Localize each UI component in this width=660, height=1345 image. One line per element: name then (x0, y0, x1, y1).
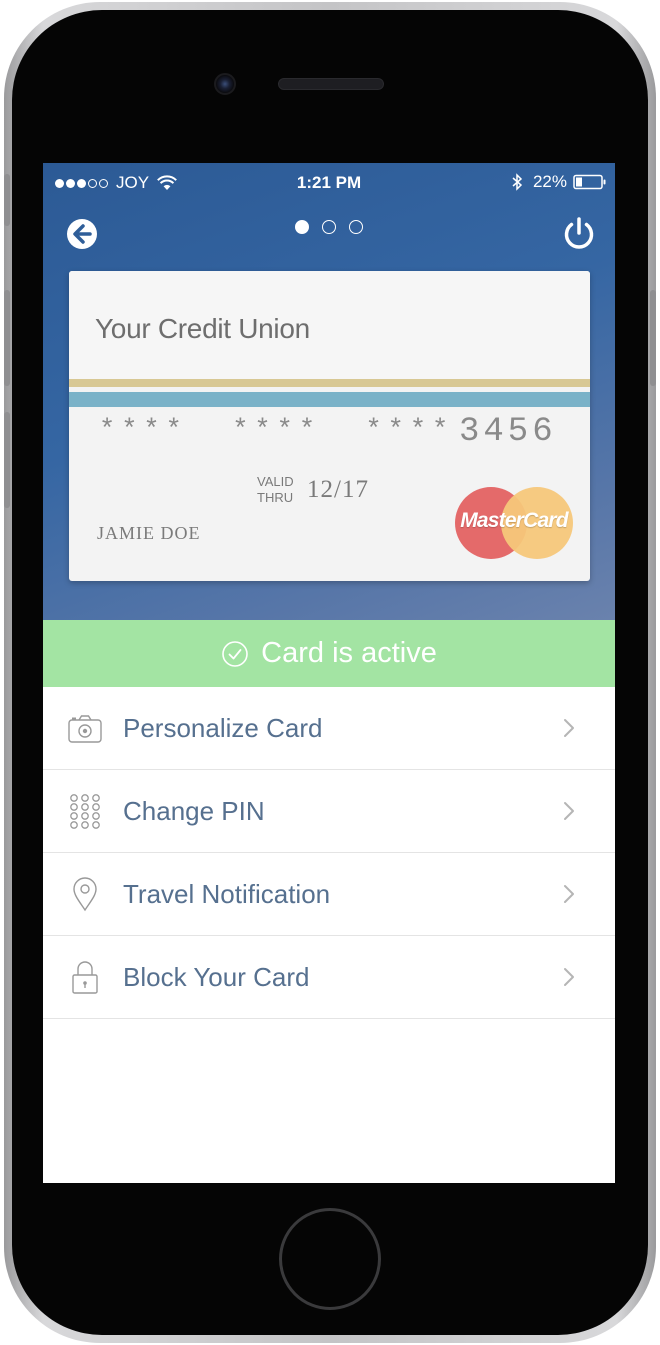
check-circle-icon (222, 640, 248, 667)
status-bar: JOY 1:21 PM 22% (43, 163, 615, 201)
menu-item-personalize-card[interactable]: Personalize Card (43, 687, 615, 770)
pager-dot[interactable] (322, 220, 336, 234)
card-options-menu: Personalize Card Change PIN Travel Notif… (43, 687, 615, 1019)
sleep-button (650, 290, 656, 386)
masked-group: **** (99, 416, 188, 446)
back-arrow-circle-icon[interactable] (65, 217, 99, 251)
valid-label-line2: THRU (257, 490, 294, 505)
screen: JOY 1:21 PM 22% Your Credit Union **** *… (43, 163, 615, 1183)
camera-icon (68, 715, 102, 743)
card-holder-name: JAMIE DOE (97, 523, 201, 543)
valid-thru-label: VALID THRU (257, 474, 294, 506)
card-expiry: 12/17 (307, 476, 369, 503)
credit-card[interactable]: Your Credit Union **** **** **** 3456 VA… (69, 271, 590, 581)
power-icon[interactable] (561, 215, 597, 251)
menu-item-label: Travel Notification (123, 878, 331, 909)
mastercard-wordmark: MasterCard (460, 509, 568, 532)
menu-item-label: Personalize Card (123, 712, 323, 743)
card-stripe-blue (69, 392, 590, 407)
card-pager (295, 220, 376, 234)
mastercard-logo: MasterCard (455, 487, 575, 561)
chevron-right-icon (564, 968, 574, 986)
status-right: 22% (511, 172, 607, 192)
mute-switch (4, 174, 10, 226)
card-status-text: Card is active (261, 637, 437, 669)
chevron-right-icon (564, 802, 574, 820)
battery-icon (573, 174, 606, 190)
bluetooth-icon (512, 173, 523, 191)
masked-group: **** (232, 416, 322, 446)
location-pin-icon (73, 877, 97, 912)
chevron-right-icon (564, 885, 574, 903)
menu-item-block-card[interactable]: Block Your Card (43, 936, 615, 1019)
earpiece-speaker (278, 78, 384, 90)
valid-label-line1: VALID (257, 474, 294, 489)
card-issuer: Your Credit Union (95, 313, 310, 344)
card-stripe-gold (69, 379, 590, 387)
home-button[interactable] (279, 1208, 381, 1310)
menu-item-label: Change PIN (123, 795, 265, 826)
lock-icon (72, 961, 98, 994)
card-hero: JOY 1:21 PM 22% Your Credit Union **** *… (43, 163, 615, 620)
volume-up-button (4, 290, 10, 386)
card-number-masked: **** **** **** (99, 416, 454, 446)
front-camera (214, 73, 236, 95)
masked-group: **** (365, 416, 455, 446)
menu-item-travel-notification[interactable]: Travel Notification (43, 853, 615, 936)
menu-item-label: Block Your Card (123, 961, 310, 992)
card-last4: 3456 (459, 413, 557, 451)
card-status-banner: Card is active (43, 620, 615, 687)
volume-down-button (4, 412, 10, 508)
keypad-icon (70, 794, 100, 829)
battery-percent: 22% (532, 172, 567, 191)
chevron-right-icon (564, 719, 574, 737)
pager-dot-active[interactable] (295, 220, 309, 234)
menu-item-change-pin[interactable]: Change PIN (43, 770, 615, 853)
pager-dot[interactable] (349, 220, 363, 234)
